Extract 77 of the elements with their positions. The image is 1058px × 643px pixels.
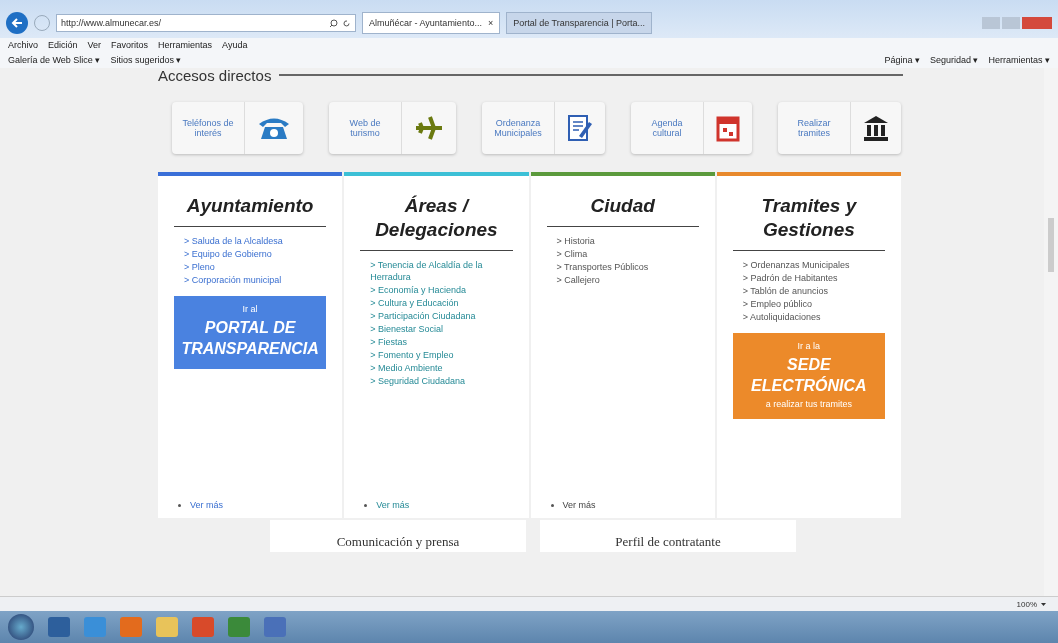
section-title: Accesos directos [158,68,272,84]
shortcut-tile[interactable]: Realizar tramites [778,102,901,154]
bottom-link-tile[interactable]: Perfil de contratante [540,520,796,552]
favorites-link[interactable]: Galería de Web Slice ▾ [8,55,101,65]
document-edit-icon [567,114,593,142]
panel-heading: Tramites y Gestiones [732,194,885,251]
panel-link[interactable]: > Participación Ciudadana [370,310,513,322]
panel-heading: Ayuntamiento [174,194,327,227]
panel-link[interactable]: > Corporación municipal [184,274,327,286]
taskbar-app-icon[interactable] [84,617,106,637]
taskbar-app-icon[interactable] [192,617,214,637]
panel-link[interactable]: > Clima [556,248,699,260]
panel-link[interactable]: > Saluda de la Alcaldesa [184,235,327,247]
see-more-link[interactable]: Ver más [190,500,223,510]
panel-link[interactable]: > Economía y Hacienda [370,284,513,296]
back-button[interactable] [6,12,28,34]
panel-link[interactable]: > Historia [556,235,699,247]
menu-item[interactable]: Favoritos [111,40,149,50]
menu-item[interactable]: Edición [48,40,78,50]
minimize-button[interactable] [982,17,1000,29]
maximize-button[interactable] [1002,17,1020,29]
bullet-icon [364,503,368,507]
bullet-icon [178,503,181,507]
back-arrow-icon [11,17,23,29]
shortcut-tile[interactable]: Agenda cultural [631,102,752,154]
panel-link[interactable]: > Equipo de Gobierno [184,248,327,260]
panel-link[interactable]: > Callejero [556,274,699,286]
panel-link[interactable]: > Tenencia de Alcaldía de la Herradura [370,259,513,283]
panel-link[interactable]: > Empleo público [742,298,885,310]
panel-link[interactable]: > Medio Ambiente [370,362,513,374]
bullet-icon [550,503,554,507]
browser-tab[interactable]: Portal de Transparencia | Porta... [506,12,653,34]
panel-link[interactable]: > Pleno [184,261,327,273]
panel-link[interactable]: > Autoliquidaciones [742,311,885,323]
see-more-link[interactable]: Ver más [562,500,596,510]
taskbar-app-icon[interactable] [120,617,142,637]
menu-item[interactable]: Archivo [8,40,38,50]
menu-item[interactable]: Ayuda [222,40,248,50]
command-menu[interactable]: Seguridad ▾ [929,55,979,65]
portal-banner-button[interactable]: Ir al PORTAL DE TRANSPARENCIA [174,296,327,369]
building-columns-icon [863,114,889,142]
shortcut-tile[interactable]: Teléfonos de interés [172,102,303,154]
refresh-icon[interactable] [342,18,351,28]
shortcut-tile[interactable]: Ordenanza Municipales [482,102,605,154]
taskbar-app-icon[interactable] [264,617,286,637]
command-menu[interactable]: Herramientas ▾ [988,55,1050,65]
panel-link[interactable]: > Tablón de anuncios [742,285,885,297]
shortcut-tile[interactable]: Web de turismo [329,102,456,154]
menu-item[interactable]: Ver [87,40,102,50]
panel-link[interactable]: > Transportes Públicos [556,261,699,273]
command-menu[interactable]: Página ▾ [884,55,920,65]
panel-heading: Ciudad [546,194,699,227]
panel-link[interactable]: > Seguridad Ciudadana [370,375,513,387]
caret-icon[interactable] [1041,602,1046,606]
airplane-icon [414,115,444,141]
calendar-icon [716,114,740,142]
taskbar-app-icon[interactable] [228,617,250,637]
start-button[interactable] [8,614,34,640]
panel-link[interactable]: > Cultura y Educación [370,297,513,309]
zoom-level[interactable]: 100% [1016,599,1037,609]
close-button[interactable] [1022,17,1052,29]
panel-link[interactable]: > Padrón de Habitantes [742,272,885,284]
favorites-link[interactable]: Sitios sugeridos ▾ [110,55,182,65]
menu-item[interactable]: Herramientas [158,40,213,50]
panel-link[interactable]: > Fomento y Empleo [370,349,513,361]
taskbar-app-icon[interactable] [156,617,178,637]
search-icon[interactable] [329,18,338,28]
bottom-link-tile[interactable]: Comunicación y prensa [270,520,526,552]
panel-link[interactable]: > Bienestar Social [370,323,513,335]
panel-heading: Áreas / Delegaciones [360,194,513,251]
taskbar-app-icon[interactable] [48,617,70,637]
scrollbar-thumb[interactable] [1048,218,1054,272]
panel-link[interactable]: > Ordenanzas Municipales [742,259,885,271]
browser-tab[interactable]: Almuñécar - Ayuntamiento... × [362,12,501,34]
address-field[interactable]: http://www.almunecar.es/ [56,14,356,32]
panel-link[interactable]: > Fiestas [370,336,513,348]
see-more-link[interactable]: Ver más [376,500,410,510]
